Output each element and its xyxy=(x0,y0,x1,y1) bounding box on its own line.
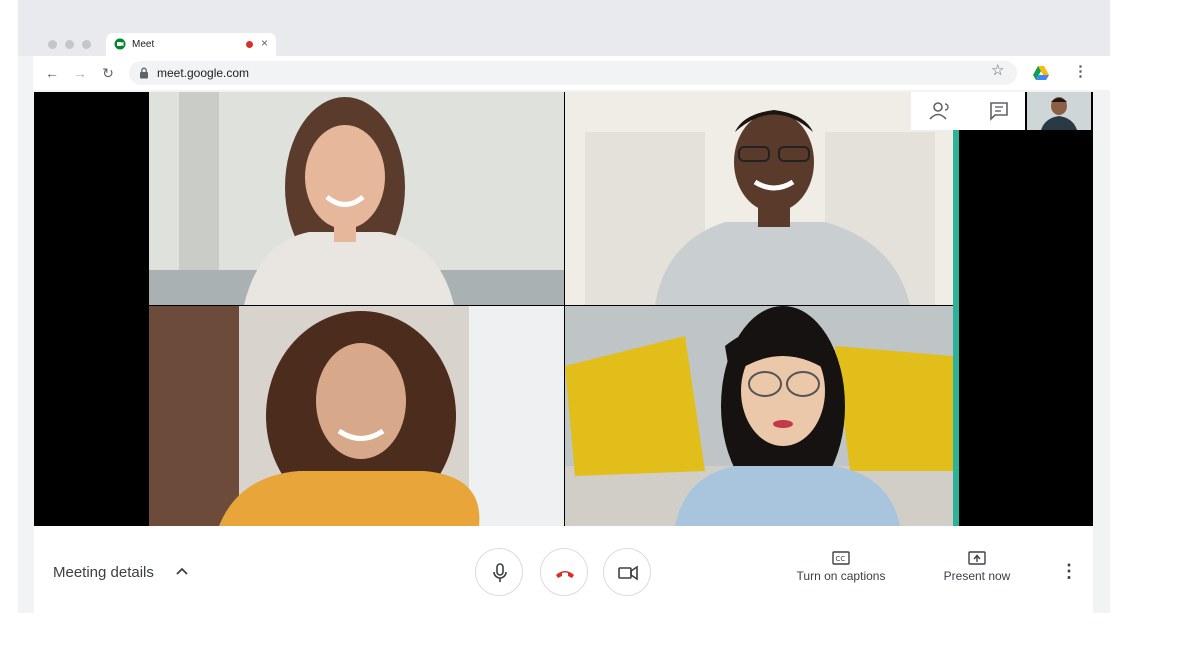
tab-meet[interactable]: Meet × xyxy=(106,33,276,56)
tab-strip: Meet × xyxy=(18,0,1110,56)
window-controls xyxy=(48,40,91,49)
present-now-button[interactable]: Present now xyxy=(932,551,1022,583)
minimize-window-button[interactable] xyxy=(65,40,74,49)
side-controls xyxy=(911,92,1025,130)
back-arrow-icon[interactable]: ← xyxy=(43,64,61,82)
drive-icon[interactable] xyxy=(1033,66,1049,80)
present-now-label: Present now xyxy=(943,569,1011,583)
hang-up-icon xyxy=(556,571,574,578)
close-window-button[interactable] xyxy=(48,40,57,49)
forward-arrow-icon[interactable]: → xyxy=(71,64,89,82)
recording-indicator-icon xyxy=(246,41,253,48)
captions-label: Turn on captions xyxy=(796,569,886,583)
meeting-controls-bar: Meeting details CC Turn on captions Pres… xyxy=(34,526,1093,613)
people-icon[interactable] xyxy=(927,98,955,124)
browser-menu-icon[interactable]: ⋮ xyxy=(1073,62,1088,80)
microphone-icon xyxy=(493,563,507,582)
participant-video-2 xyxy=(565,92,953,305)
address-bar[interactable]: meet.google.com xyxy=(129,61,1017,85)
participant-tile-4[interactable] xyxy=(565,306,953,526)
participant-tile-3[interactable] xyxy=(149,306,564,526)
url-text: meet.google.com xyxy=(157,66,250,80)
self-view-video xyxy=(1027,92,1091,130)
maximize-window-button[interactable] xyxy=(82,40,91,49)
chevron-up-icon[interactable] xyxy=(176,566,188,576)
browser-toolbar: ← → ↻ meet.google.com ☆ ⋮ xyxy=(33,56,1110,90)
camera-button[interactable] xyxy=(603,548,651,596)
meeting-details-button[interactable]: Meeting details xyxy=(53,564,154,581)
chat-icon[interactable] xyxy=(985,98,1013,124)
meet-favicon-icon xyxy=(114,38,126,50)
lock-icon xyxy=(140,67,148,79)
participant-tile-1[interactable] xyxy=(149,92,564,305)
participant-video-3 xyxy=(149,306,564,526)
active-speaker-indicator xyxy=(953,92,959,526)
microphone-button[interactable] xyxy=(475,548,523,596)
hang-up-button[interactable] xyxy=(540,548,588,596)
participant-video-4 xyxy=(565,306,953,526)
reload-icon[interactable]: ↻ xyxy=(99,64,117,82)
svg-text:CC: CC xyxy=(836,555,846,563)
self-view-thumbnail[interactable] xyxy=(1027,92,1091,130)
tab-close-icon[interactable]: × xyxy=(261,36,268,50)
participant-video-1 xyxy=(149,92,564,305)
present-screen-icon xyxy=(968,551,986,565)
closed-captions-icon: CC xyxy=(832,551,850,565)
tab-title: Meet xyxy=(132,39,155,50)
captions-button[interactable]: CC Turn on captions xyxy=(786,551,896,583)
participant-tile-2[interactable] xyxy=(565,92,953,305)
bookmark-star-icon[interactable]: ☆ xyxy=(991,61,1004,79)
more-options-icon[interactable]: ⋮ xyxy=(1060,561,1078,582)
camera-icon xyxy=(618,565,638,581)
